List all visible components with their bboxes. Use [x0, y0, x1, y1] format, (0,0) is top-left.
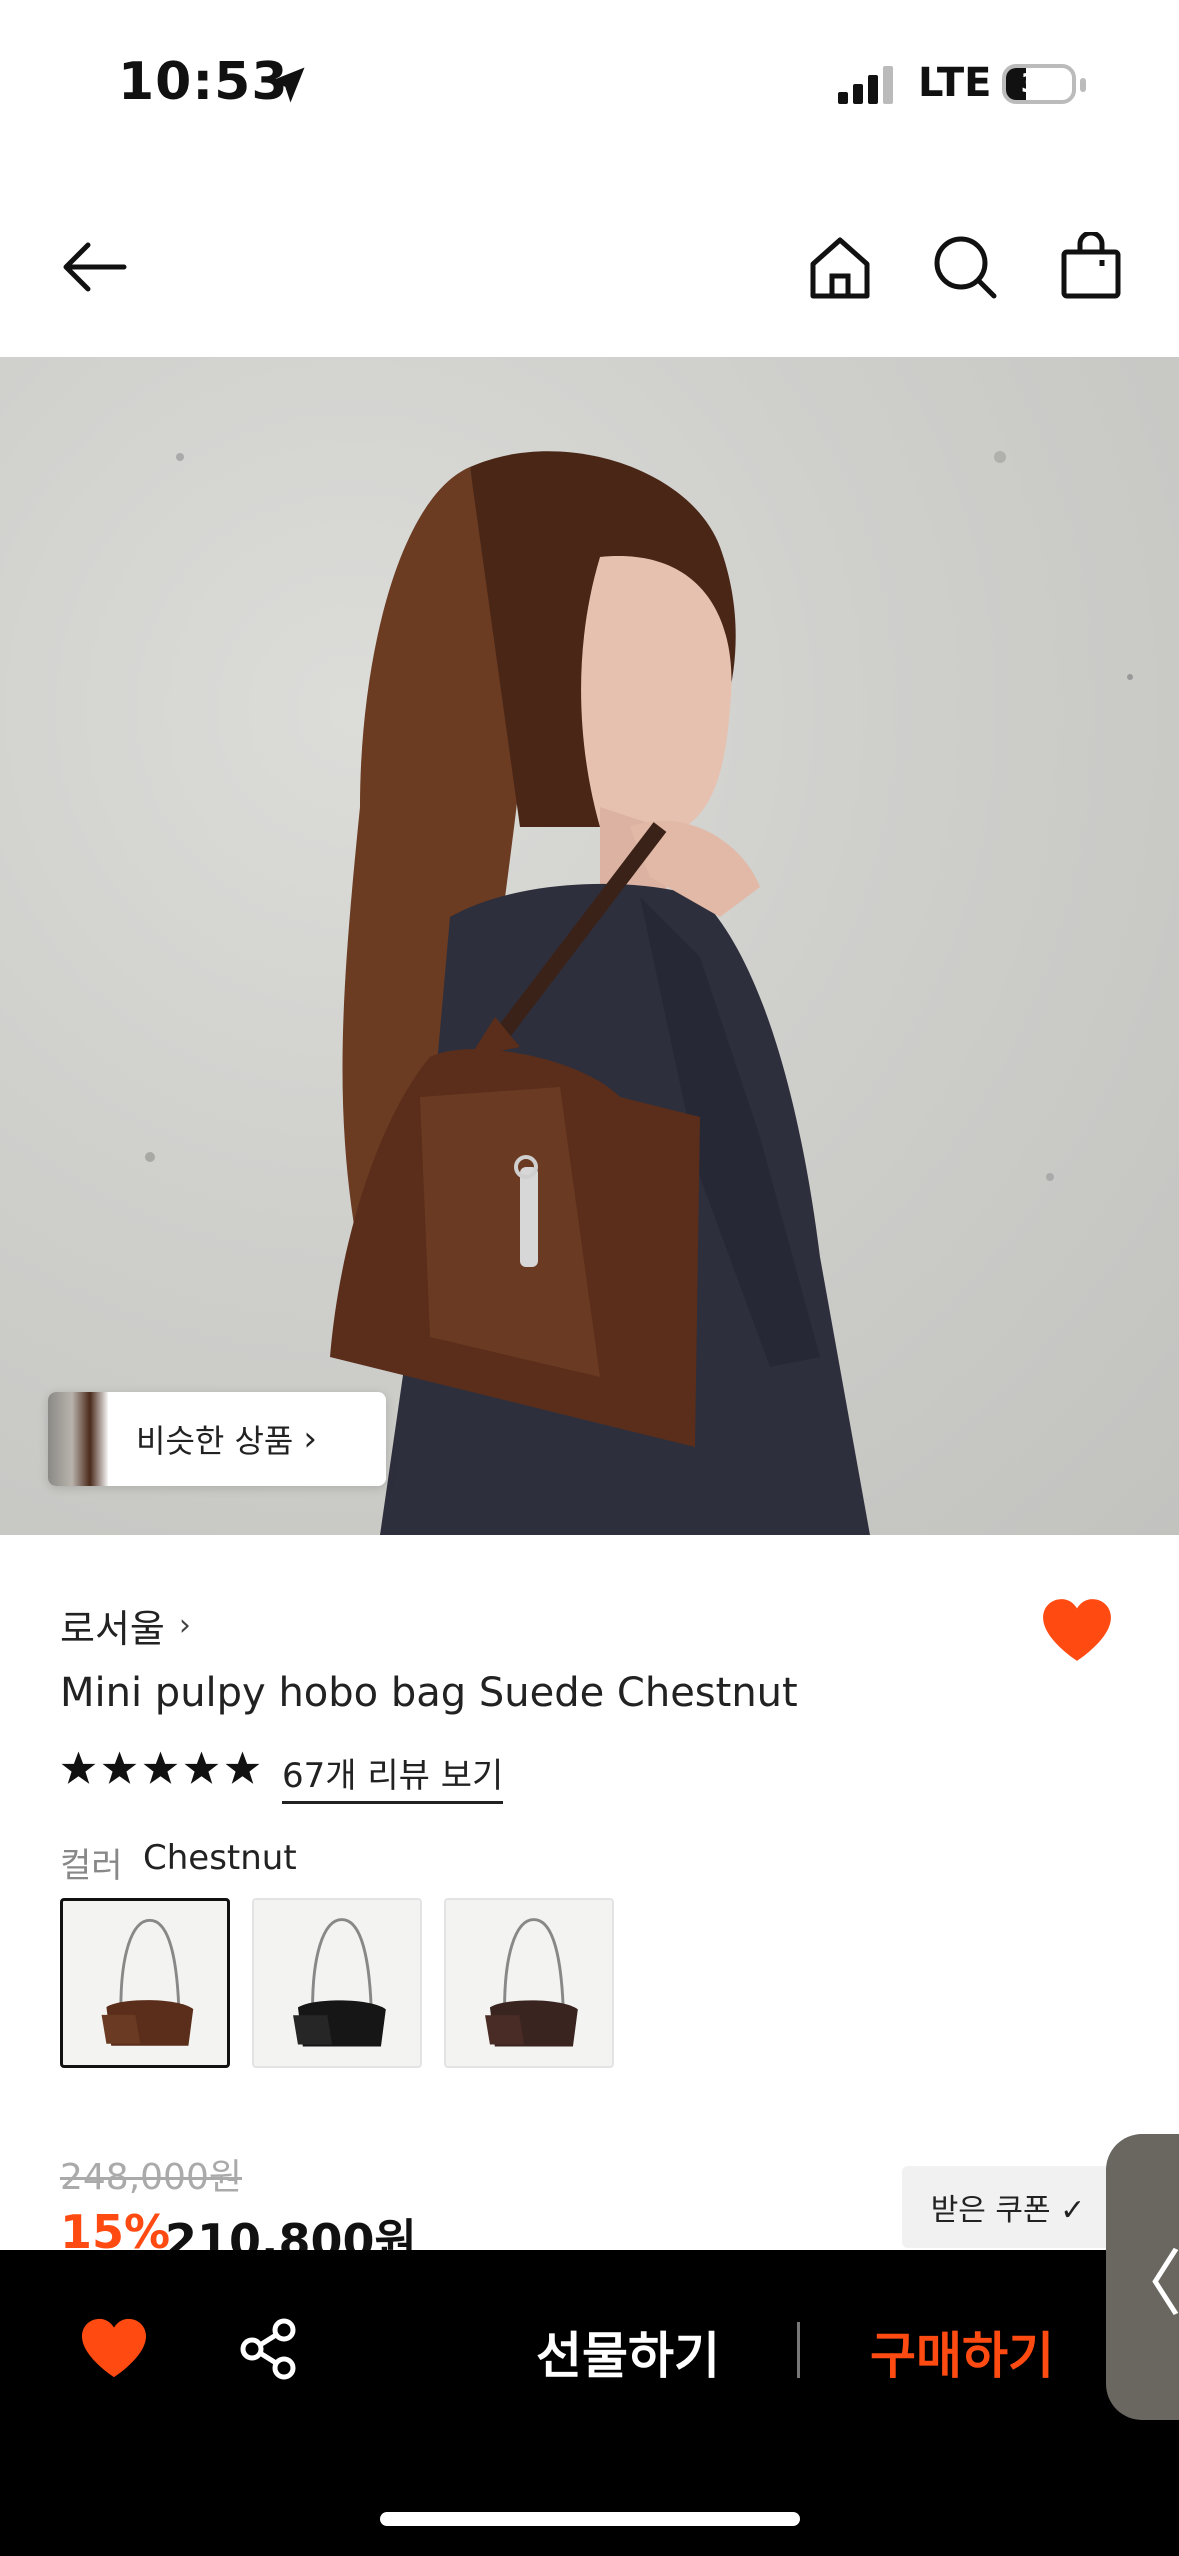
status-time: 10:53 [118, 52, 289, 112]
chevron-left-icon: 〈 [1109, 2241, 1179, 2326]
location-arrow-icon [269, 67, 305, 103]
color-swatch-black[interactable] [252, 1898, 422, 2068]
home-icon[interactable] [805, 232, 875, 302]
chevron-right-icon: › [178, 1608, 191, 1643]
battery-level: 31 [1020, 69, 1058, 99]
share-icon[interactable] [238, 2318, 298, 2380]
side-drawer-handle[interactable]: 〈 [1106, 2134, 1179, 2420]
similar-thumbnail [48, 1392, 108, 1486]
search-icon[interactable] [930, 232, 1000, 302]
gift-button[interactable]: 선물하기 [536, 2316, 720, 2388]
chevron-right-icon: › [303, 1419, 317, 1459]
color-swatch-dark-brown[interactable] [444, 1898, 614, 2068]
shopping-bag-icon[interactable] [1056, 232, 1126, 302]
color-label: 컬러 [60, 1846, 123, 1886]
star-icon [184, 1751, 219, 1784]
wishlist-heart-icon[interactable] [1040, 1596, 1114, 1664]
bag-thumbnail-dark-brown [485, 1918, 578, 2047]
original-price: 248,000원 [60, 2157, 242, 2198]
rating-stars [60, 1750, 261, 1787]
color-swatch-chestnut[interactable] [60, 1898, 230, 2068]
brand-link[interactable]: 로서울 › [60, 1598, 191, 1653]
back-arrow-icon[interactable] [58, 232, 128, 302]
bottom-action-bar [0, 2250, 1179, 2556]
product-image[interactable] [0, 357, 1179, 1535]
product-title: Mini pulpy hobo bag Suede Chestnut [60, 1670, 798, 1716]
battery-tip [1080, 78, 1086, 92]
coupon-button[interactable]: 받은 쿠폰 ✓ [902, 2166, 1114, 2248]
battery-icon: 31 [1002, 64, 1076, 104]
star-icon [225, 1751, 260, 1784]
similar-products-button[interactable]: 비슷한 상품 › [48, 1392, 386, 1486]
bag-thumbnail-black [293, 1918, 386, 2047]
reviews-link[interactable]: 67개 리뷰 보기 [282, 1748, 504, 1804]
color-value: Chestnut [143, 1838, 297, 1878]
product-photo-illustration [145, 451, 1133, 1535]
bottom-wishlist-heart-icon[interactable] [78, 2316, 150, 2380]
star-icon [102, 1751, 137, 1784]
home-indicator[interactable] [380, 2512, 800, 2526]
network-type: LTE [918, 60, 992, 106]
buy-button[interactable]: 구매하기 [870, 2316, 1054, 2388]
star-icon [143, 1751, 178, 1784]
similar-label: 비슷한 상품 [136, 1422, 294, 1460]
signal-icon [838, 66, 893, 104]
bag-thumbnail-chestnut [101, 1918, 194, 2046]
star-icon [61, 1751, 96, 1784]
divider [797, 2322, 800, 2378]
brand-name: 로서울 [60, 1607, 165, 1651]
